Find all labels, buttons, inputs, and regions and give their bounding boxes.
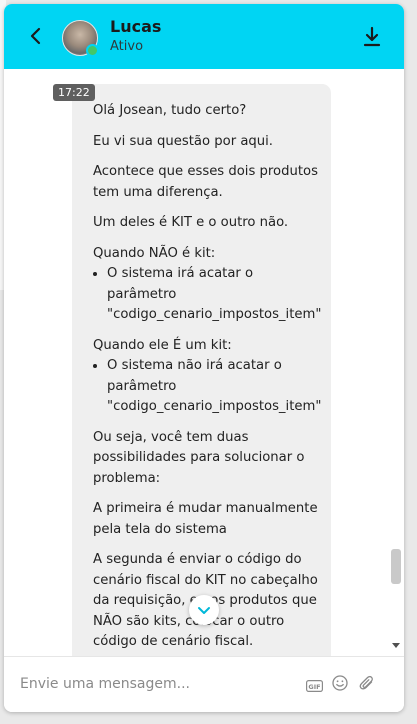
scroll-to-bottom-button[interactable] — [189, 595, 219, 625]
download-button[interactable] — [361, 25, 383, 49]
contact-status: Ativo — [110, 39, 144, 54]
chevron-down-icon — [198, 607, 210, 614]
message-timestamp: 17:22 — [53, 84, 95, 101]
message-kit-heading: Quando ele É um kit: — [93, 337, 232, 353]
message-difference: Acontece que esses dois produtos tem uma… — [93, 164, 318, 200]
contact-name: Lucas — [110, 17, 162, 36]
message-bubble: Olá Josean, tudo certo? Eu vi sua questã… — [72, 84, 331, 656]
kit-list: O sistema não irá acatar o parâmetro "co… — [93, 356, 321, 418]
gif-button[interactable]: GIF — [306, 677, 324, 693]
message-first-option: A primeira é mudar manualmente pela tela… — [93, 501, 318, 537]
download-icon — [363, 26, 381, 47]
smiley-icon — [332, 675, 348, 691]
message-not-kit-heading: Quando NÃO é kit: — [93, 245, 216, 261]
list-item: O sistema irá acatar o parâmetro "codigo… — [107, 264, 321, 326]
message-possibilities: Ou seja, você tem duas possibilidades pa… — [93, 429, 305, 486]
online-status-dot — [86, 44, 99, 57]
not-kit-list: O sistema irá acatar o parâmetro "codigo… — [93, 264, 321, 326]
chat-header: Lucas Ativo — [4, 4, 404, 69]
gif-icon: GIF — [306, 680, 324, 693]
emoji-button[interactable] — [332, 675, 348, 691]
message-kit-note: Um deles é KIT e o outro não. — [93, 215, 289, 230]
paperclip-icon — [359, 675, 373, 690]
message-greeting: Olá Josean, tudo certo? — [93, 103, 247, 118]
back-button[interactable] — [24, 24, 48, 48]
message-text: Olá Josean, tudo certo? Eu vi sua questã… — [72, 84, 331, 653]
message-input[interactable] — [18, 671, 292, 697]
message-composer: GIF — [4, 656, 404, 712]
gif-label: GIF — [308, 683, 320, 691]
chat-window: Lucas Ativo Olá Josean, tudo certo? Eu v… — [4, 4, 404, 712]
list-item: O sistema não irá acatar o parâmetro "co… — [107, 356, 321, 418]
message-list[interactable]: Olá Josean, tudo certo? Eu vi sua questã… — [4, 69, 404, 656]
attach-button[interactable] — [359, 674, 375, 692]
message-intro: Eu vi sua questão por aqui. — [93, 133, 273, 149]
scrollbar-thumb[interactable] — [391, 549, 401, 584]
scroll-down-arrow-icon[interactable] — [392, 641, 400, 649]
chevron-left-icon — [30, 27, 41, 45]
